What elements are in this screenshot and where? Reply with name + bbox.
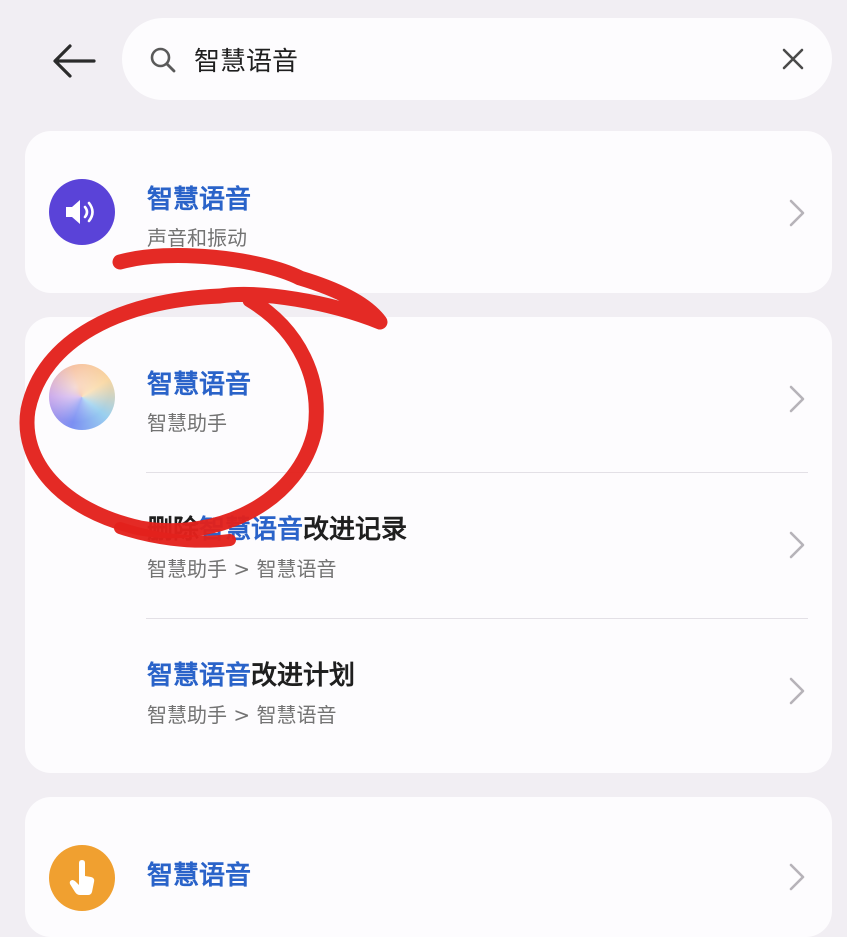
close-icon <box>782 48 804 70</box>
search-bar[interactable] <box>122 18 832 100</box>
touch-hand-icon <box>49 845 115 911</box>
search-input[interactable] <box>194 36 754 82</box>
chevron-right-icon <box>789 531 805 559</box>
top-bar <box>0 0 847 118</box>
result-subtitle: 智慧助手 <box>147 411 227 435</box>
chevron-right-icon <box>789 677 805 705</box>
result-title: 智慧语音 <box>147 364 251 401</box>
result-subtitle: 智慧助手 > 智慧语音 <box>147 557 337 581</box>
title-highlight: 智慧语音 <box>147 185 252 215</box>
chevron-right-icon <box>789 863 805 891</box>
result-card-assistant: 智慧语音 智慧助手 删除智慧语音改进记录 智慧助手 > 智慧语音 智慧语音改进计… <box>25 317 832 773</box>
smart-assistant-icon <box>49 364 115 430</box>
chevron-right-icon <box>789 199 805 227</box>
title-highlight: 智慧语音 <box>147 861 252 891</box>
result-title: 删除智慧语音改进记录 <box>147 509 407 546</box>
clear-search-button[interactable] <box>776 42 810 76</box>
title-rest: 改进计划 <box>251 661 356 691</box>
chevron-right-icon <box>789 385 805 413</box>
result-item-voice-touch[interactable]: 智慧语音 <box>25 797 832 937</box>
result-item-improvement-plan[interactable]: 智慧语音改进计划 智慧助手 > 智慧语音 <box>25 619 832 773</box>
result-item-voice-sound[interactable]: 智慧语音 声音和振动 <box>25 131 832 293</box>
title-highlight: 智慧语音 <box>147 661 252 691</box>
result-title: 智慧语音 <box>147 179 251 216</box>
title-prefix: 删除 <box>147 515 200 545</box>
result-title: 智慧语音 <box>147 855 251 892</box>
result-card-sound: 智慧语音 声音和振动 <box>25 131 832 293</box>
result-title: 智慧语音改进计划 <box>147 655 355 692</box>
result-subtitle: 智慧助手 > 智慧语音 <box>147 703 337 727</box>
result-item-delete-records[interactable]: 删除智慧语音改进记录 智慧助手 > 智慧语音 <box>25 473 832 618</box>
back-arrow-icon <box>53 44 96 78</box>
result-card-accessibility: 智慧语音 <box>25 797 832 937</box>
speaker-icon <box>49 179 115 245</box>
title-rest: 改进记录 <box>303 515 408 545</box>
result-subtitle: 声音和振动 <box>147 226 247 250</box>
search-icon <box>150 47 176 73</box>
title-highlight: 智慧语音 <box>199 515 304 545</box>
back-button[interactable] <box>44 34 104 88</box>
result-item-smart-voice[interactable]: 智慧语音 智慧助手 <box>25 317 832 472</box>
title-highlight: 智慧语音 <box>147 370 252 400</box>
